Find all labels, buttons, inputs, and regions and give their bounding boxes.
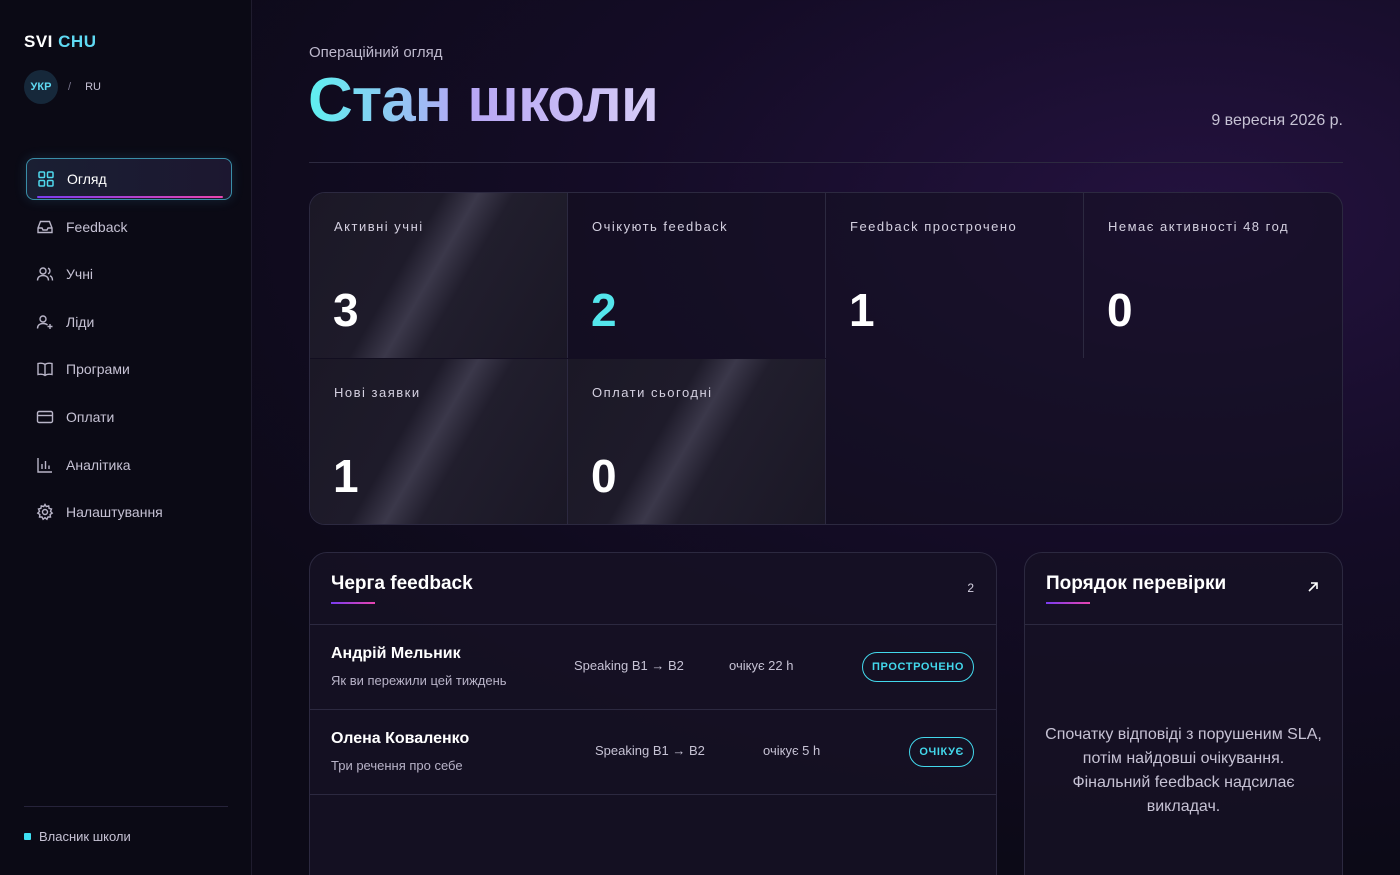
language-ru-button[interactable]: RU — [85, 81, 101, 93]
stat-label: Немає активності 48 год — [1108, 219, 1290, 234]
sidebar-item-label: Feedback — [66, 218, 128, 235]
brand-logo[interactable]: SVI CHU — [24, 32, 96, 52]
arrow-up-right-icon[interactable] — [1306, 580, 1320, 594]
queue-row[interactable]: Андрій Мельник Як ви пережили цей тижден… — [310, 625, 996, 710]
sidebar-item-feedback[interactable]: Feedback — [26, 206, 232, 248]
panel-header: Порядок перевірки — [1025, 553, 1342, 625]
student-name: Олена Коваленко — [331, 730, 470, 747]
wait-time: очікує 5 h — [763, 743, 821, 758]
sidebar-item-programs[interactable]: Програми — [26, 348, 232, 390]
brand-logo-part2: CHU — [58, 32, 97, 51]
stat-value: 3 — [333, 284, 359, 336]
stat-value: 0 — [591, 450, 617, 502]
current-date: 9 вересня 2026 р. — [1211, 112, 1343, 129]
panel-title: Порядок перевірки — [1046, 573, 1227, 594]
stat-active-students[interactable]: Активні учні 3 — [310, 193, 568, 358]
sidebar-item-label: Аналітика — [66, 456, 131, 473]
stat-value: 1 — [849, 284, 875, 336]
grid-icon — [37, 170, 55, 188]
student-name: Андрій Мельник — [331, 645, 461, 662]
sidebar-item-settings[interactable]: Налаштування — [26, 491, 232, 533]
language-separator: / — [68, 81, 72, 93]
book-icon — [36, 360, 54, 378]
stat-label: Оплати сьогодні — [592, 385, 713, 400]
role-status-dot — [24, 833, 31, 840]
sidebar: SVI CHU УКР / RU Огляд Feedback Учні Лід… — [0, 0, 252, 875]
stat-value: 0 — [1107, 284, 1133, 336]
sidebar-item-payments[interactable]: Оплати — [26, 396, 232, 438]
sidebar-item-label: Налаштування — [66, 504, 163, 521]
bar-chart-icon — [36, 456, 54, 474]
sidebar-item-analytics[interactable]: Аналітика — [26, 444, 232, 486]
language-switcher: УКР / RU — [24, 70, 101, 104]
status-badge: ПРОСТРОЧЕНО — [862, 652, 974, 682]
feedback-queue-panel: Черга feedback 2 Андрій Мельник Як ви пе… — [309, 552, 997, 875]
users-icon — [36, 265, 54, 283]
sidebar-item-label: Оплати — [66, 408, 115, 425]
stat-label: Нові заявки — [334, 385, 421, 400]
sidebar-item-label: Програми — [66, 361, 130, 378]
panel-title: Черга feedback — [331, 573, 473, 594]
sidebar-item-label: Учні — [66, 266, 94, 283]
stat-label: Активні учні — [334, 219, 424, 234]
sidebar-nav: Огляд Feedback Учні Ліди Програми Оплати… — [26, 158, 232, 539]
queue-count: 2 — [967, 581, 974, 595]
sidebar-item-label: Ліди — [66, 313, 95, 330]
header-divider — [309, 162, 1343, 163]
stat-new-requests[interactable]: Нові заявки 1 — [310, 359, 568, 524]
panel-header: Черга feedback 2 — [310, 553, 996, 625]
role-label: Власник школи — [39, 829, 131, 844]
title-underline — [331, 602, 375, 604]
sidebar-item-students[interactable]: Учні — [26, 253, 232, 295]
program-label: Speaking B1 → B2 — [595, 743, 705, 758]
stat-feedback-overdue[interactable]: Feedback прострочено 1 — [826, 193, 1084, 358]
status-badge: ОЧІКУЄ — [909, 737, 974, 767]
brand-logo-part1: SVI — [24, 32, 53, 51]
review-order-panel: Порядок перевірки Спочатку відповіді з п… — [1024, 552, 1343, 875]
sidebar-divider — [24, 806, 228, 807]
assignment-title: Як ви пережили цей тиждень — [331, 673, 507, 688]
stat-payments-today[interactable]: Оплати сьогодні 0 — [568, 359, 826, 524]
sidebar-item-label: Огляд — [67, 171, 107, 187]
stat-label: Feedback прострочено — [850, 219, 1018, 234]
stat-awaiting-feedback[interactable]: Очікують feedback 2 — [568, 193, 826, 358]
stat-label: Очікують feedback — [592, 219, 729, 234]
stat-value: 1 — [333, 450, 359, 502]
assignment-title: Три речення про себе — [331, 758, 463, 773]
user-plus-icon — [36, 313, 54, 331]
page-title: Стан школи — [308, 64, 659, 138]
user-role[interactable]: Власник школи — [24, 829, 131, 844]
stat-value: 2 — [591, 284, 617, 336]
sidebar-item-leads[interactable]: Ліди — [26, 301, 232, 343]
review-rule-text: Спочатку відповіді з порушеним SLA, поті… — [1045, 726, 1322, 815]
page-eyebrow: Операційний огляд — [309, 44, 443, 61]
stat-no-activity[interactable]: Немає активності 48 год 0 — [1084, 193, 1342, 358]
title-underline — [1046, 602, 1090, 604]
inbox-icon — [36, 218, 54, 236]
language-ukr-button[interactable]: УКР — [24, 70, 58, 104]
stats-grid: Активні учні 3 Очікують feedback 2 Feedb… — [309, 192, 1343, 525]
program-label: Speaking B1 → B2 — [574, 658, 684, 673]
queue-row[interactable]: Олена Коваленко Три речення про себе Spe… — [310, 710, 996, 795]
gear-icon — [36, 503, 54, 521]
wait-time: очікує 22 h — [729, 658, 794, 673]
sidebar-item-overview[interactable]: Огляд — [26, 158, 232, 200]
card-icon — [36, 408, 54, 426]
